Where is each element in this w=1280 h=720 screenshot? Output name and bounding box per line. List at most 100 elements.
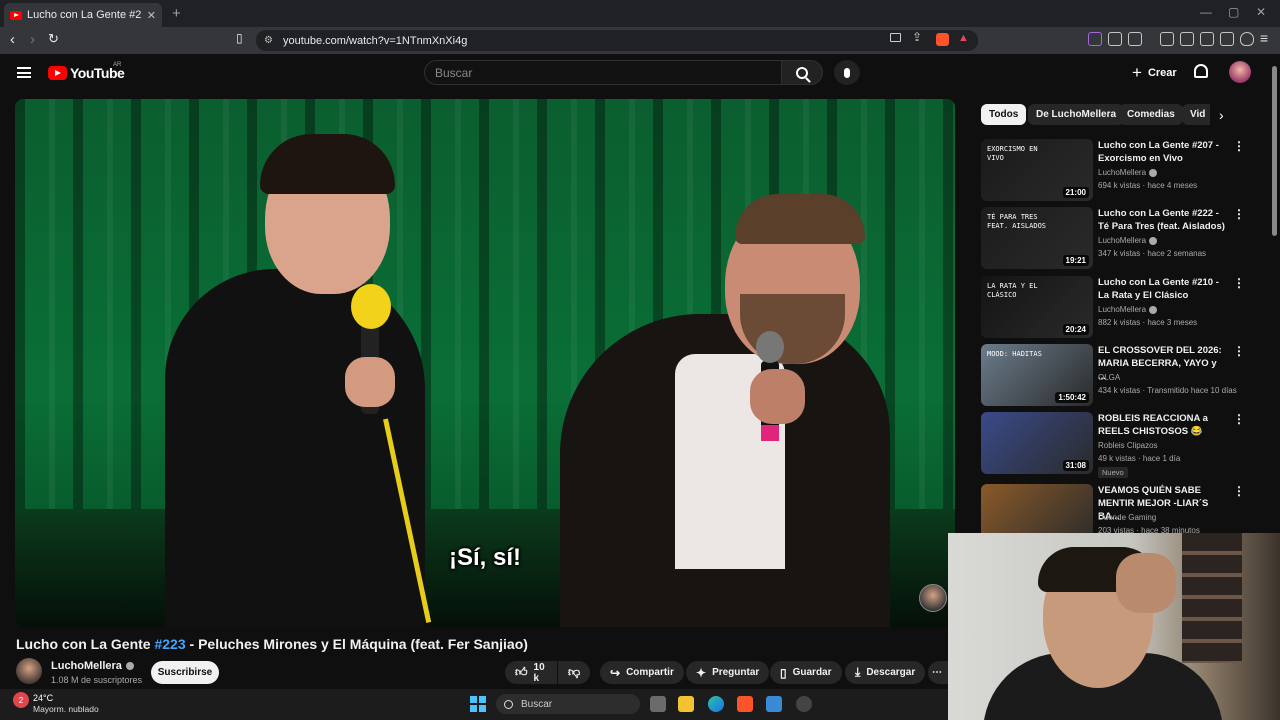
browser-menu-icon[interactable]: ≡ <box>1260 30 1268 46</box>
related-video-title[interactable]: ROBLEIS REACCIONA a REELS CHISTOSOS 😂 <box>1098 412 1226 438</box>
menu-icon[interactable] <box>17 67 31 78</box>
notifications-bell-icon[interactable] <box>1194 64 1208 78</box>
tab-close-icon[interactable]: ✕ <box>147 9 156 22</box>
video-person-left <box>165 269 425 627</box>
maximize-button[interactable]: ▢ <box>1228 5 1239 19</box>
more-options-icon[interactable]: ⋮ <box>1233 344 1245 358</box>
related-video-channel-name: Duende Gaming <box>1098 513 1157 522</box>
settings-gear-icon[interactable] <box>796 696 812 712</box>
more-options-icon[interactable]: ⋮ <box>1233 139 1245 153</box>
related-video-channel[interactable]: Duende Gaming <box>1098 513 1156 522</box>
search-input[interactable]: Buscar <box>424 60 782 85</box>
video-person-right-hair <box>735 194 865 244</box>
site-settings-icon[interactable]: ⚙ <box>264 35 273 46</box>
related-video-thumbnail[interactable]: MOOD: HADITAS 1:50:42 <box>981 344 1093 406</box>
more-options-icon[interactable]: ⋮ <box>1233 412 1245 426</box>
scrollbar-thumb[interactable] <box>1272 66 1277 236</box>
back-arrow-icon[interactable]: ‹ <box>10 31 15 48</box>
related-video-thumbnail[interactable]: LA RATA Y EL CLÁSICO 20:24 <box>981 276 1093 338</box>
extension-icon-2[interactable] <box>1128 32 1142 46</box>
share-page-icon[interactable]: ⇪ <box>912 30 922 44</box>
edge-browser-icon[interactable] <box>708 696 724 712</box>
related-video-title[interactable]: Lucho con La Gente #222 - Té Para Tres (… <box>1098 207 1226 233</box>
task-view-icon[interactable] <box>650 696 666 712</box>
weather-icon[interactable]: 2 <box>13 692 29 708</box>
chip-comedias[interactable]: Comedias <box>1119 104 1183 125</box>
leo-ai-icon[interactable] <box>1220 32 1234 46</box>
chip-videos[interactable]: Vid <box>1182 104 1210 125</box>
related-video-channel[interactable]: LuchoMellera <box>1098 168 1158 177</box>
save-button[interactable]: ▯ Guardar <box>770 661 842 684</box>
video-player[interactable]: ¡Sí, sí! <box>15 99 955 627</box>
dislike-button[interactable]: 👎︎ <box>558 661 590 684</box>
ask-label: Preguntar <box>712 667 760 678</box>
related-video-thumbnail[interactable]: 31:08 <box>981 412 1093 474</box>
video-duration: 21:00 <box>1062 187 1089 198</box>
more-actions-button[interactable]: ⋯ <box>928 661 948 684</box>
thumbnail-text: MOOD: HADITAS <box>987 350 1042 358</box>
related-video-channel-name: Robleis Clipazos <box>1098 441 1158 450</box>
weather-temp[interactable]: 24°C <box>33 693 53 703</box>
taskbar-search[interactable]: Buscar <box>496 694 640 714</box>
more-options-icon[interactable]: ⋮ <box>1233 276 1245 290</box>
share-button[interactable]: ↪ Compartir <box>600 661 684 684</box>
voice-search-button[interactable] <box>834 60 860 85</box>
verified-badge-icon <box>125 662 134 670</box>
webcam-overlay <box>948 533 1280 720</box>
search-button[interactable] <box>781 60 823 85</box>
related-video-channel[interactable]: OLGA <box>1098 373 1120 382</box>
file-explorer-icon[interactable] <box>678 696 694 712</box>
related-video-thumbnail[interactable]: EXORCISMO EN VIVO 21:00 <box>981 139 1093 201</box>
minimize-button[interactable]: — <box>1200 5 1212 19</box>
create-button[interactable]: + Crear <box>1124 61 1185 84</box>
windows-start-icon[interactable] <box>470 696 486 712</box>
related-video-channel-name: LuchoMellera <box>1098 305 1147 314</box>
related-video-channel[interactable]: LuchoMellera <box>1098 236 1158 245</box>
like-button[interactable]: 👍︎ 10 k <box>505 661 557 684</box>
reload-icon[interactable]: ↻ <box>48 31 59 47</box>
bookmark-save-icon: ▯ <box>780 665 787 680</box>
media-icon[interactable] <box>1160 32 1174 46</box>
new-tab-button[interactable]: + <box>172 5 181 22</box>
window-close-button[interactable]: ✕ <box>1256 5 1266 19</box>
extensions-puzzle-icon[interactable] <box>1108 32 1122 46</box>
ask-button[interactable]: ✦ Preguntar <box>686 661 770 684</box>
address-bar[interactable]: ⚙ youtube.com/watch?v=1NTnmXnXi4g <box>256 30 978 51</box>
channel-name[interactable]: LuchoMellera <box>51 660 134 672</box>
microphone-head <box>756 331 784 363</box>
related-video-meta: 434 k vistas · Transmitido hace 10 días <box>1098 386 1237 395</box>
brave-rewards-icon[interactable]: ▲ <box>958 32 969 44</box>
chip-de-luchomellera[interactable]: De LuchoMellera <box>1028 104 1125 125</box>
microphone-icon <box>844 67 850 78</box>
cast-icon[interactable] <box>890 33 901 42</box>
sidebar-toggle-icon[interactable] <box>1180 32 1194 46</box>
forward-arrow-icon[interactable]: › <box>30 31 35 48</box>
brave-browser-icon[interactable] <box>737 696 753 712</box>
chevron-right-icon[interactable]: › <box>1219 107 1224 123</box>
channel-watermark[interactable] <box>919 584 947 612</box>
related-video-channel-name: LuchoMellera <box>1098 168 1147 177</box>
account-avatar[interactable] <box>1229 61 1251 83</box>
more-options-icon[interactable]: ⋮ <box>1233 207 1245 221</box>
subscribe-button[interactable]: Suscribirse <box>151 661 219 684</box>
bookmark-icon[interactable]: ▯ <box>236 31 243 45</box>
weather-condition[interactable]: Mayorm. nublado <box>33 704 99 714</box>
related-video-title[interactable]: Lucho con La Gente #210 - La Rata y El C… <box>1098 276 1226 302</box>
more-options-icon[interactable]: ⋮ <box>1233 484 1245 498</box>
related-video-channel[interactable]: Robleis Clipazos <box>1098 441 1158 450</box>
photos-app-icon[interactable] <box>766 696 782 712</box>
channel-avatar[interactable] <box>16 658 42 684</box>
chip-todos[interactable]: Todos <box>981 104 1027 125</box>
hashtag-link[interactable]: #223 <box>154 636 185 652</box>
related-video-title[interactable]: Lucho con La Gente #207 - Exorcismo en V… <box>1098 139 1226 165</box>
brave-shields-icon[interactable] <box>936 33 949 46</box>
youtube-favicon-icon <box>10 10 22 20</box>
download-button[interactable]: ⤓ Descargar <box>845 661 926 684</box>
extension-icon-1[interactable] <box>1088 32 1102 46</box>
related-video-channel[interactable]: LuchoMellera <box>1098 305 1158 314</box>
vpn-shield-icon[interactable] <box>1240 32 1254 46</box>
related-video-channel-name: OLGA <box>1098 373 1121 382</box>
wallet-icon[interactable] <box>1200 32 1214 46</box>
related-video-thumbnail[interactable]: TÉ PARA TRES FEAT. AISLADOS 19:21 <box>981 207 1093 269</box>
browser-tab[interactable]: Lucho con La Gente #223 - Pe ✕ <box>4 3 162 27</box>
